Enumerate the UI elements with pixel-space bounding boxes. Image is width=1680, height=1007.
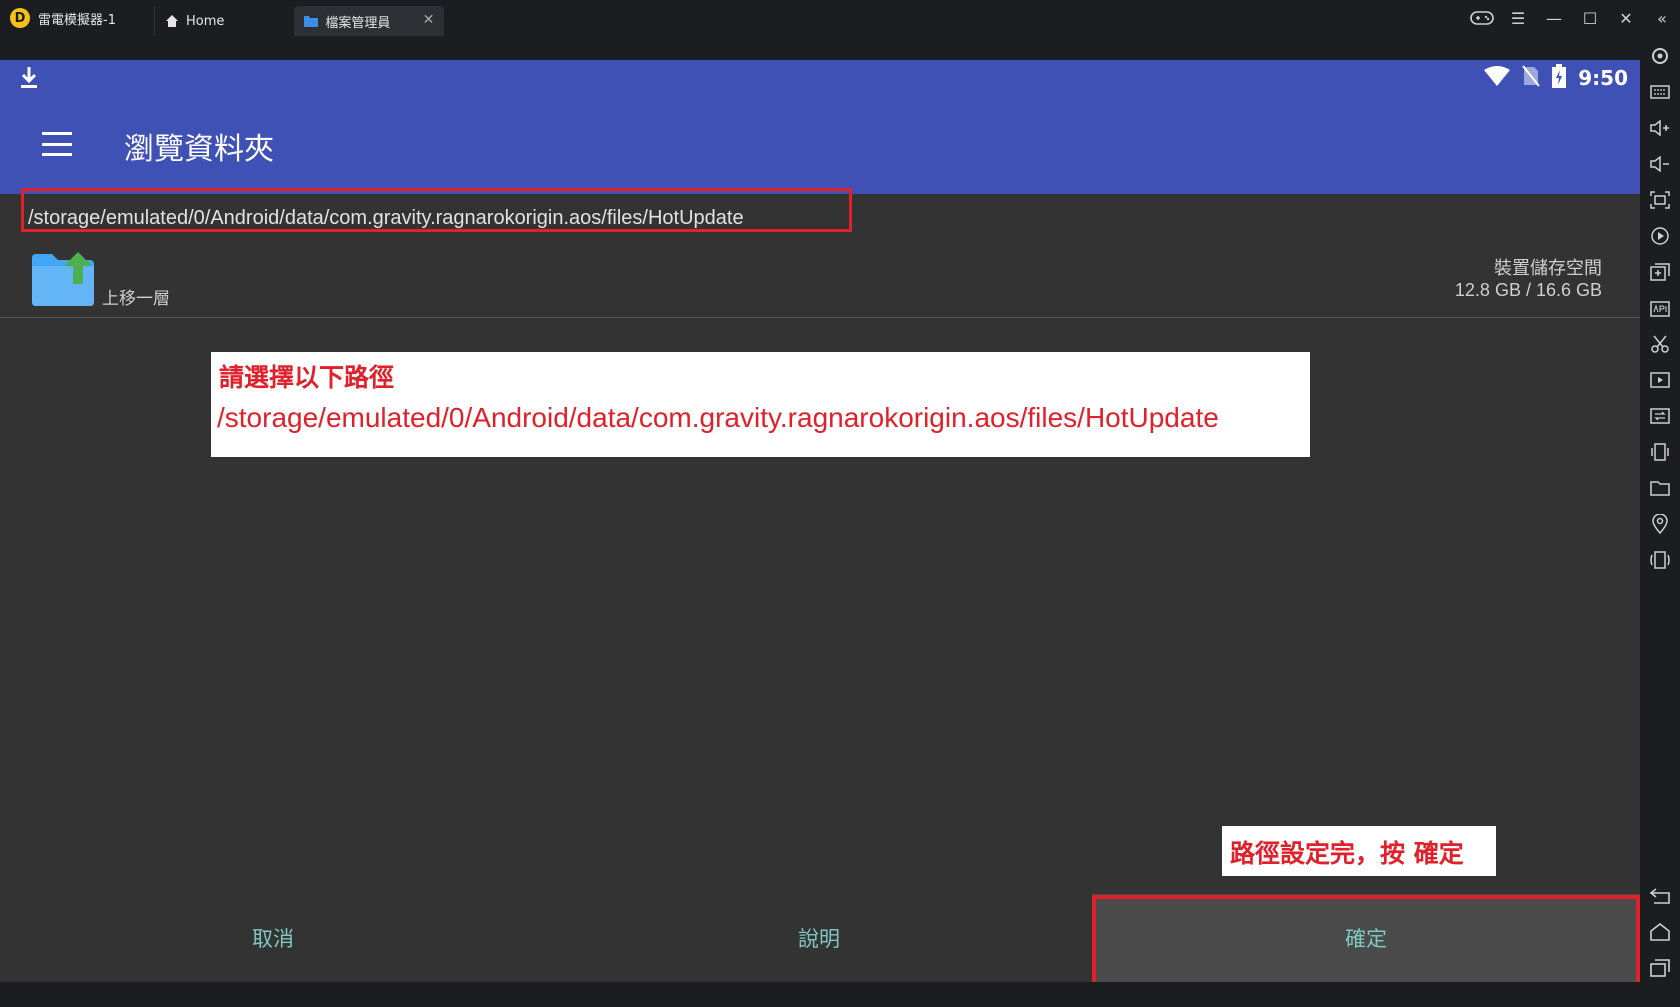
keyboard-icon[interactable] [1648, 80, 1672, 104]
shared-folder-icon[interactable] [1648, 476, 1672, 500]
tab-file-manager[interactable]: 檔案管理員 ✕ [294, 6, 445, 36]
clock: 9:50 [1578, 66, 1628, 90]
hamburger-menu-icon[interactable] [42, 132, 72, 156]
app-name: 雷電模擬器-1 [38, 12, 116, 28]
screenshot-icon[interactable] [1648, 188, 1672, 212]
location-icon[interactable] [1648, 512, 1672, 536]
parent-folder-label: 上移一層 [102, 289, 170, 309]
page-title: 瀏覽資料夾 [124, 132, 274, 167]
close-window-icon[interactable]: ✕ [1608, 0, 1644, 36]
folder-up-icon [32, 252, 94, 306]
collapse-sidebar-icon[interactable]: « [1644, 0, 1680, 36]
instruction-title: 請選擇以下路徑 [219, 363, 395, 392]
multi-instance-icon[interactable] [1648, 260, 1672, 284]
recent-apps-icon[interactable] [1648, 956, 1672, 980]
path-highlight-frame [21, 188, 852, 232]
android-status-bar: 9:50 [0, 60, 1640, 96]
storage-name: 裝置儲存空間 [1494, 258, 1602, 279]
cancel-button[interactable]: 取消 [0, 894, 546, 982]
confirm-highlight-frame [1092, 895, 1640, 987]
shake-icon[interactable] [1648, 440, 1672, 464]
download-icon [20, 66, 38, 94]
title-bar: D 雷電模擬器-1 Home 檔案管理員 ✕ ☰ — ☐ ✕ « [0, 0, 1680, 36]
instruction-path: /storage/emulated/0/Android/data/com.gra… [217, 402, 1219, 433]
maximize-icon[interactable]: ☐ [1572, 0, 1608, 36]
tab-home[interactable]: Home [153, 6, 234, 36]
ldplayer-logo-icon: D [10, 8, 30, 28]
emulator-sidebar [1640, 36, 1680, 1007]
bottom-bar [0, 982, 1640, 1007]
close-tab-icon[interactable]: ✕ [423, 12, 435, 28]
apk-install-icon[interactable] [1648, 296, 1672, 320]
minimize-icon[interactable]: — [1536, 0, 1572, 36]
scissors-icon[interactable] [1648, 332, 1672, 356]
volume-up-icon[interactable] [1648, 116, 1672, 140]
record-icon[interactable] [1648, 224, 1672, 248]
emulator-window: D 雷電模擬器-1 Home 檔案管理員 ✕ ☰ — ☐ ✕ « 9:50 瀏覽… [0, 0, 1680, 1007]
folder-icon [304, 15, 319, 27]
volume-down-icon[interactable] [1648, 152, 1672, 176]
settings-icon[interactable] [1648, 44, 1672, 68]
sync-icon[interactable] [1648, 404, 1672, 428]
gamepad-icon[interactable] [1464, 0, 1500, 36]
tab-home-label: Home [185, 13, 225, 29]
status-icons: 9:50 [1484, 60, 1628, 96]
confirm-tip-text: 路徑設定完，按 確定 [1230, 839, 1464, 868]
video-icon[interactable] [1648, 368, 1672, 392]
help-button[interactable]: 說明 [546, 894, 1092, 982]
rotate-icon[interactable] [1648, 548, 1672, 572]
storage-size: 12.8 GB / 16.6 GB [1454, 280, 1602, 300]
menu-icon[interactable]: ☰ [1500, 0, 1536, 36]
app-toolbar: 瀏覽資料夾 [0, 96, 1640, 194]
confirm-tip: 路徑設定完，按 確定 [1222, 826, 1496, 876]
no-sim-icon [1522, 64, 1541, 92]
back-icon[interactable] [1648, 884, 1672, 908]
home-icon [165, 14, 179, 28]
wifi-icon [1484, 65, 1511, 91]
instruction-note: 請選擇以下路徑 /storage/emulated/0/Android/data… [211, 352, 1310, 457]
window-controls: ☰ — ☐ ✕ « [1464, 0, 1680, 36]
tab-file-manager-label: 檔案管理員 [325, 15, 391, 31]
home-nav-icon[interactable] [1648, 920, 1672, 944]
parent-folder-row[interactable]: 上移一層 裝置儲存空間 12.8 GB / 16.6 GB [0, 244, 1640, 318]
battery-charging-icon [1552, 63, 1567, 93]
app-title: D 雷電模擬器-1 [0, 0, 124, 36]
